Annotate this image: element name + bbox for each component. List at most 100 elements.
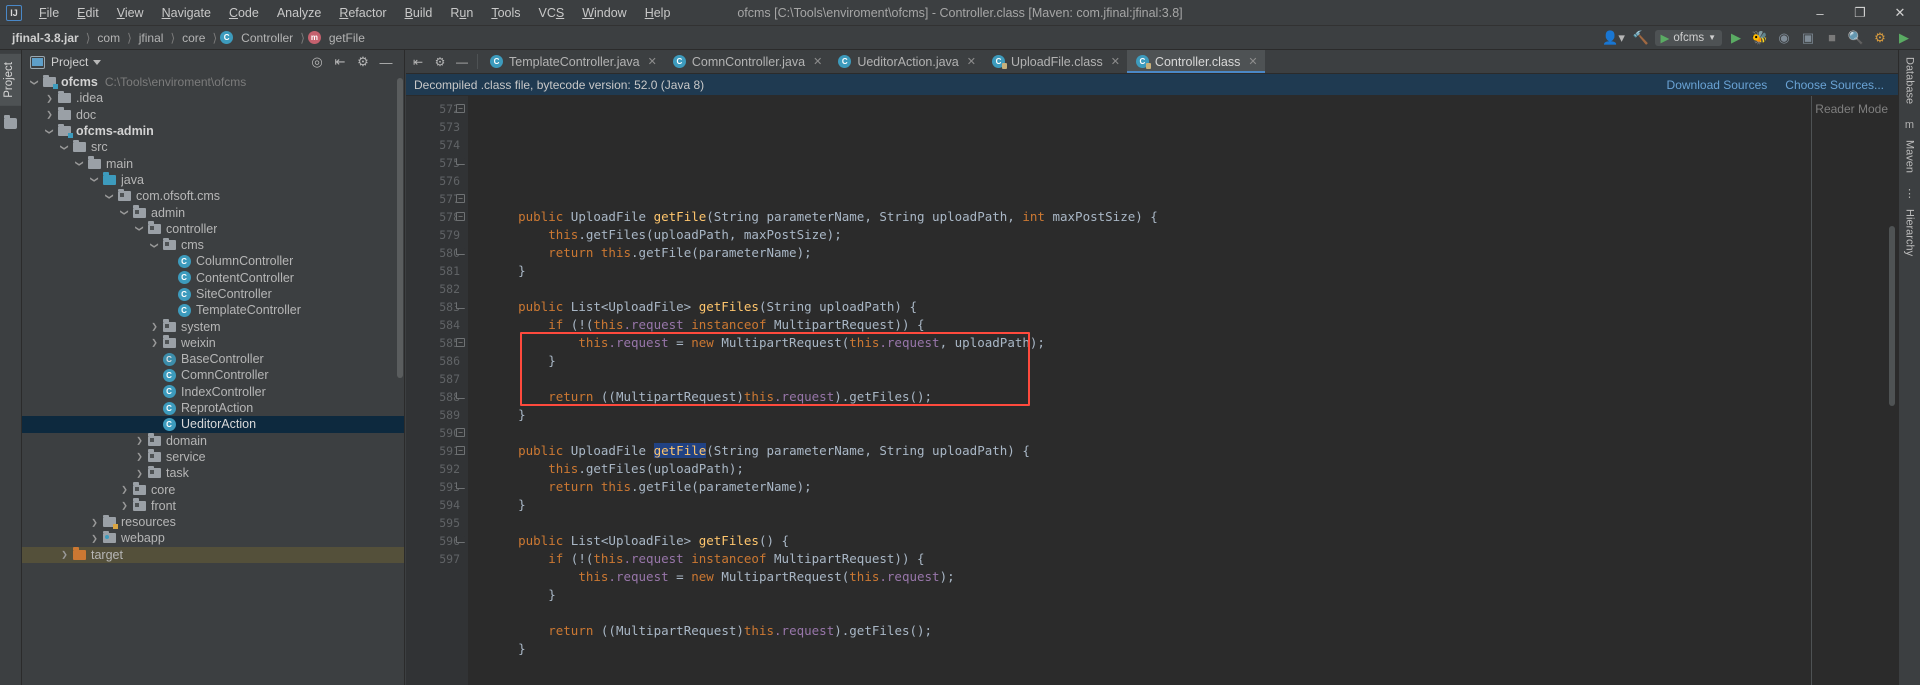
- menu-code[interactable]: Code: [220, 2, 268, 24]
- code-line[interactable]: return this.getFile(parameterName);: [468, 478, 1898, 496]
- menu-refactor[interactable]: Refactor: [330, 2, 395, 24]
- tree-node-target[interactable]: target: [22, 546, 404, 563]
- tree-node-columncontroller[interactable]: C ColumnController: [22, 253, 404, 269]
- tree-node-comncontroller[interactable]: C ComnController: [22, 367, 404, 383]
- download-sources-link[interactable]: Download Sources: [1667, 78, 1768, 92]
- crosshair-icon[interactable]: ◎: [307, 52, 327, 72]
- chevron-down-icon[interactable]: [148, 241, 161, 250]
- fold-end-icon[interactable]: [456, 248, 465, 255]
- code-line[interactable]: return ((MultipartRequest)this.request).…: [468, 388, 1898, 406]
- chevron-down-icon[interactable]: [93, 59, 102, 65]
- collapse-all-icon[interactable]: ⇤: [330, 52, 350, 72]
- code-line[interactable]: if (!(this.request instanceof MultipartR…: [468, 550, 1898, 568]
- chevron-down-icon[interactable]: [28, 78, 41, 87]
- menu-navigate[interactable]: Navigate: [153, 2, 220, 24]
- close-icon[interactable]: ✕: [813, 55, 822, 68]
- menu-help[interactable]: Help: [636, 2, 680, 24]
- collapse-all-icon[interactable]: ⇤: [409, 52, 427, 72]
- debug-icon[interactable]: 🐝: [1750, 28, 1770, 48]
- breadcrumb-getfile[interactable]: m getFile: [307, 29, 369, 47]
- breadcrumb-jar[interactable]: jfinal-3.8.jar: [8, 29, 83, 47]
- tree-node-core[interactable]: core: [22, 481, 404, 497]
- menu-run[interactable]: Run: [441, 2, 482, 24]
- settings-gear-icon[interactable]: ⚙: [353, 52, 373, 72]
- fold-collapse-icon[interactable]: −: [456, 338, 465, 347]
- fold-collapse-icon[interactable]: −: [456, 446, 465, 455]
- chevron-down-icon[interactable]: [58, 143, 71, 152]
- tree-node-weixin[interactable]: weixin: [22, 335, 404, 351]
- code-line[interactable]: }: [468, 496, 1898, 514]
- close-icon[interactable]: ✕: [648, 55, 657, 68]
- tree-node-main[interactable]: main: [22, 155, 404, 171]
- chevron-right-icon[interactable]: [148, 338, 161, 347]
- code-line[interactable]: }: [468, 586, 1898, 604]
- chevron-right-icon[interactable]: [133, 452, 146, 461]
- tree-node-admin[interactable]: admin: [22, 204, 404, 220]
- project-tree[interactable]: ofcms C:\Tools\enviroment\ofcms.ideadoc of…: [22, 74, 404, 685]
- code-line[interactable]: public UploadFile getFile(String paramet…: [468, 442, 1898, 460]
- fold-end-icon[interactable]: [456, 482, 465, 489]
- tree-node-com-ofsoft-cms[interactable]: com.ofsoft.cms: [22, 188, 404, 204]
- menu-build[interactable]: Build: [396, 2, 442, 24]
- chevron-down-icon[interactable]: [103, 192, 116, 201]
- code-line[interactable]: this.getFiles(uploadPath);: [468, 460, 1898, 478]
- menu-tools[interactable]: Tools: [482, 2, 529, 24]
- menu-vcs[interactable]: VCS: [530, 2, 574, 24]
- choose-sources-link[interactable]: Choose Sources...: [1785, 78, 1884, 92]
- code-line[interactable]: public UploadFile getFile(String paramet…: [468, 208, 1898, 226]
- fold-collapse-icon[interactable]: −: [456, 104, 465, 113]
- search-icon[interactable]: 🔍: [1846, 28, 1866, 48]
- project-scrollbar[interactable]: [396, 74, 404, 685]
- settings-gear-icon[interactable]: ⚙: [431, 52, 449, 72]
- tree-node-indexcontroller[interactable]: C IndexController: [22, 384, 404, 400]
- chevron-right-icon[interactable]: [88, 518, 101, 527]
- menu-edit[interactable]: Edit: [68, 2, 108, 24]
- chevron-down-icon[interactable]: [118, 208, 131, 217]
- code-line[interactable]: this.getFiles(uploadPath, maxPostSize);: [468, 226, 1898, 244]
- editor-tab-ueditoraction-java[interactable]: C UeditorAction.java ✕: [829, 50, 983, 73]
- run-icon[interactable]: ▶: [1726, 28, 1746, 48]
- tree-node-templatecontroller[interactable]: C TemplateController: [22, 302, 404, 318]
- hide-icon[interactable]: —: [376, 52, 396, 72]
- menu-file[interactable]: File: [30, 2, 68, 24]
- maximize-button[interactable]: ❐: [1840, 0, 1880, 26]
- code-line[interactable]: return ((MultipartRequest)this.request).…: [468, 622, 1898, 640]
- chevron-right-icon[interactable]: [148, 322, 161, 331]
- code-line[interactable]: [468, 514, 1898, 532]
- tree-node-basecontroller[interactable]: C BaseController: [22, 351, 404, 367]
- breadcrumb-controller[interactable]: C Controller: [220, 29, 297, 47]
- tree-node-webapp[interactable]: webapp: [22, 530, 404, 546]
- hide-icon[interactable]: —: [453, 52, 471, 72]
- run-configuration-selector[interactable]: ▶ ofcms ▼: [1654, 29, 1722, 46]
- tree-node-ofcms[interactable]: ofcms C:\Tools\enviroment\ofcms: [22, 74, 404, 90]
- minimize-button[interactable]: –: [1800, 0, 1840, 26]
- code-line[interactable]: [468, 604, 1898, 622]
- tree-node-domain[interactable]: domain: [22, 433, 404, 449]
- code-line[interactable]: this.request = new MultipartRequest(this…: [468, 568, 1898, 586]
- fold-end-icon[interactable]: [456, 392, 465, 399]
- chevron-down-icon[interactable]: [43, 127, 56, 136]
- menu-analyze[interactable]: Analyze: [268, 2, 330, 24]
- tree-node-src[interactable]: src: [22, 139, 404, 155]
- menu-view[interactable]: View: [108, 2, 153, 24]
- chevron-down-icon[interactable]: [73, 159, 86, 168]
- chevron-right-icon[interactable]: [118, 485, 131, 494]
- code-line[interactable]: [468, 370, 1898, 388]
- fold-collapse-icon[interactable]: −: [456, 212, 465, 221]
- code-line[interactable]: }: [468, 352, 1898, 370]
- hammer-icon[interactable]: 🔨: [1631, 28, 1651, 48]
- editor-tab-uploadfile-class[interactable]: C UploadFile.class ✕: [982, 50, 1127, 73]
- code-line[interactable]: [468, 658, 1898, 676]
- code-line[interactable]: }: [468, 406, 1898, 424]
- close-button[interactable]: ✕: [1880, 0, 1920, 26]
- chevron-right-icon[interactable]: [133, 436, 146, 445]
- code-line[interactable]: if (!(this.request instanceof MultipartR…: [468, 316, 1898, 334]
- code-line[interactable]: public List<UploadFile> getFiles(String …: [468, 298, 1898, 316]
- tool-window-hierarchy[interactable]: Hierarchy: [1902, 202, 1918, 263]
- close-icon[interactable]: ✕: [967, 55, 976, 68]
- tree-node-system[interactable]: system: [22, 318, 404, 334]
- tree-node-ueditoraction[interactable]: C UeditorAction: [22, 416, 404, 433]
- settings-icon[interactable]: ⚙: [1870, 28, 1890, 48]
- line-number-gutter[interactable]: 572 573 574 575 576 577 578 579 580 581 582 583 584 5…: [406, 96, 468, 685]
- tree-node-reprotaction[interactable]: C ReprotAction: [22, 400, 404, 416]
